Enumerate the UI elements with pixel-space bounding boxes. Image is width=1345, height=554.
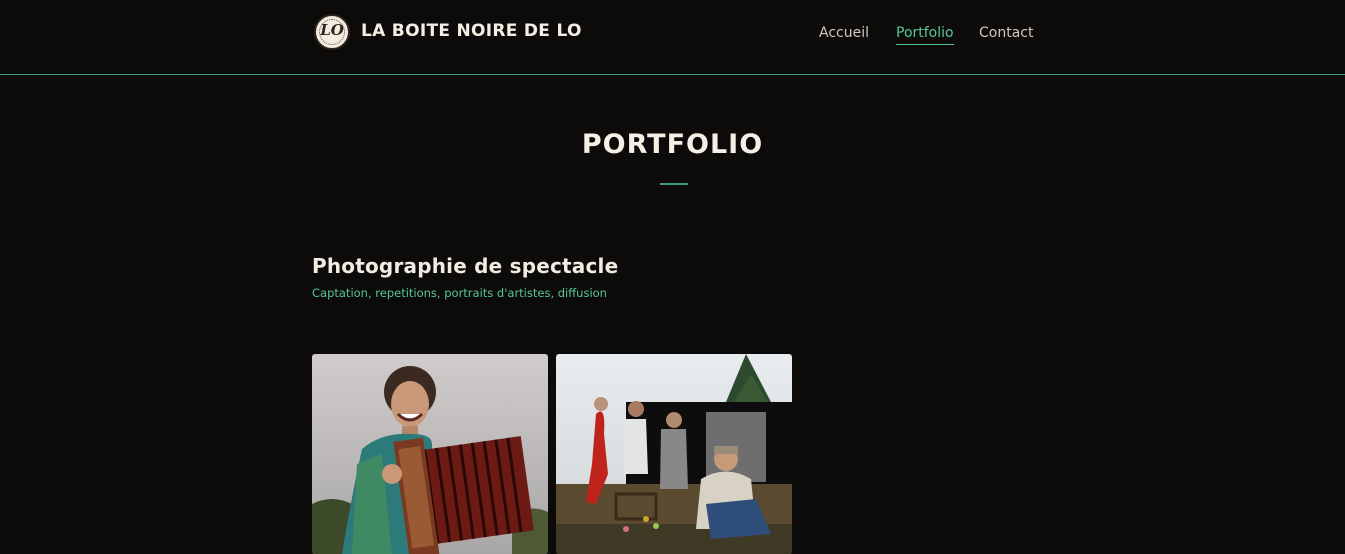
page-title: PORTFOLIO	[581, 129, 764, 160]
section-title: Photographie de spectacle	[312, 254, 619, 278]
gallery-photo-performers[interactable]	[556, 354, 792, 554]
nav-link-accueil[interactable]: Accueil	[819, 25, 869, 41]
gallery-photo-accordion[interactable]	[312, 354, 548, 554]
logo-monogram: LO	[320, 21, 344, 39]
street-performers-photo-icon	[556, 354, 792, 554]
site-header: LO LA BOITE NOIRE DE LO Accueil Portfoli…	[0, 0, 1345, 75]
nav-link-contact[interactable]: Contact	[979, 25, 1033, 41]
title-divider	[660, 183, 688, 185]
site-title[interactable]: LA BOITE NOIRE DE LO	[361, 21, 582, 41]
accordion-player-photo-icon	[312, 354, 548, 554]
logo-icon[interactable]: LO	[314, 14, 350, 50]
nav-link-portfolio[interactable]: Portfolio	[896, 25, 954, 45]
section-subtitle: Captation, repetitions, portraits d'arti…	[312, 286, 607, 300]
